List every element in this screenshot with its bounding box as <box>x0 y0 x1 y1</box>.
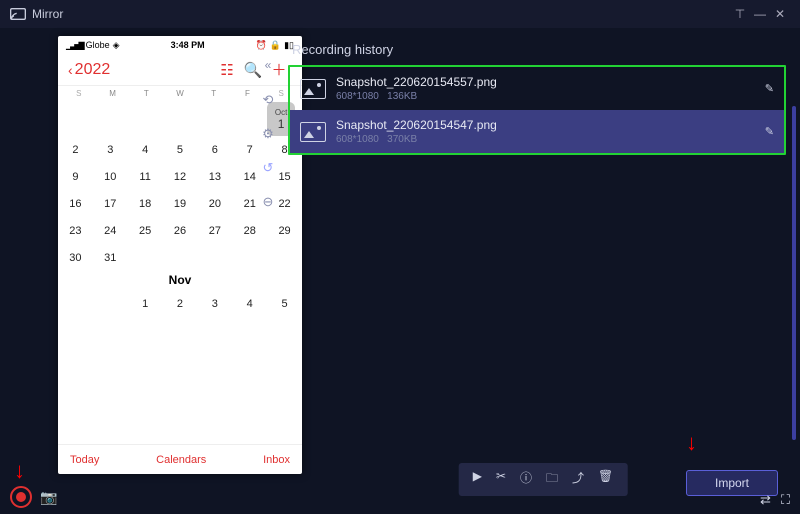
year-label: 2022 <box>75 61 111 79</box>
today-button[interactable]: Today <box>70 454 99 466</box>
annotation-arrow: ↓ <box>14 458 25 484</box>
rename-icon[interactable]: ✎ <box>765 125 774 138</box>
mirror-pane: ▁▃▅▇Globe◈ 3:48 PM ⏰🔒▮▯ ‹2022 ☷ 🔍 ＋ SMTW… <box>0 28 250 514</box>
file-meta: 608*1080 136KB <box>336 91 755 102</box>
folder-icon[interactable]: 🗀 <box>546 469 558 490</box>
status-time: 3:48 PM <box>120 40 256 50</box>
history-item[interactable]: Snapshot_220620154557.png 608*1080 136KB ✎ <box>290 67 784 110</box>
image-icon <box>300 122 326 142</box>
back-year-button[interactable]: ‹2022 <box>68 61 110 79</box>
close-button[interactable]: ✕ <box>770 7 790 21</box>
fullscreen-icon[interactable]: ⛶ <box>781 492 790 508</box>
history-list: Snapshot_220620154557.png 608*1080 136KB ✎… <box>288 65 786 155</box>
file-name: Snapshot_220620154557.png <box>336 75 755 89</box>
delete-icon[interactable]: 🗑 <box>598 469 613 490</box>
cast-icon <box>10 8 26 20</box>
image-icon <box>300 79 326 99</box>
carrier-label: Globe <box>86 40 110 50</box>
snapshot-button[interactable]: 📷 <box>40 489 57 506</box>
share-icon[interactable]: ⤴ <box>572 469 584 490</box>
side-toolbar: « ⟲ ⚙ ↺ ⊖ <box>250 28 286 514</box>
info-icon[interactable]: ⓘ <box>520 469 532 490</box>
list-view-icon[interactable]: ☷ <box>214 61 240 79</box>
rename-icon[interactable]: ✎ <box>765 82 774 95</box>
settings-icon[interactable]: ⚙ <box>258 124 278 144</box>
history-icon[interactable]: ↺ <box>258 158 278 178</box>
calendars-button[interactable]: Calendars <box>156 454 206 466</box>
history-title: Recording history <box>292 42 786 57</box>
minimize-button[interactable]: — <box>750 7 770 21</box>
pin-button[interactable]: ⊤ <box>730 7 750 21</box>
refresh-icon[interactable]: ⟲ <box>258 90 278 110</box>
file-meta: 608*1080 370KB <box>336 134 755 145</box>
chevron-left-icon: ‹ <box>68 62 73 78</box>
remove-icon[interactable]: ⊖ <box>258 192 278 212</box>
signal-icon: ▁▃▅▇ <box>66 41 83 50</box>
history-panel: « ⟲ ⚙ ↺ ⊖ Recording history Snapshot_220… <box>250 28 800 514</box>
collapse-icon[interactable]: « <box>265 58 272 72</box>
app-title: Mirror <box>32 7 730 21</box>
annotation-arrow: ↓ <box>686 430 697 456</box>
action-toolbar: ▶ ✂ ⓘ 🗀 ⤴ 🗑 <box>459 463 628 496</box>
history-item[interactable]: Snapshot_220620154547.png 608*1080 370KB ✎ <box>290 110 784 153</box>
title-bar: Mirror ⊤ — ✕ <box>0 0 800 28</box>
edit-layout-icon[interactable]: ⇄ <box>760 492 771 508</box>
play-icon[interactable]: ▶ <box>473 469 482 490</box>
file-name: Snapshot_220620154547.png <box>336 118 755 132</box>
wifi-icon: ◈ <box>113 40 120 51</box>
record-button[interactable] <box>10 486 32 508</box>
cut-icon[interactable]: ✂ <box>496 469 506 490</box>
scrollbar-thumb[interactable] <box>792 106 796 440</box>
